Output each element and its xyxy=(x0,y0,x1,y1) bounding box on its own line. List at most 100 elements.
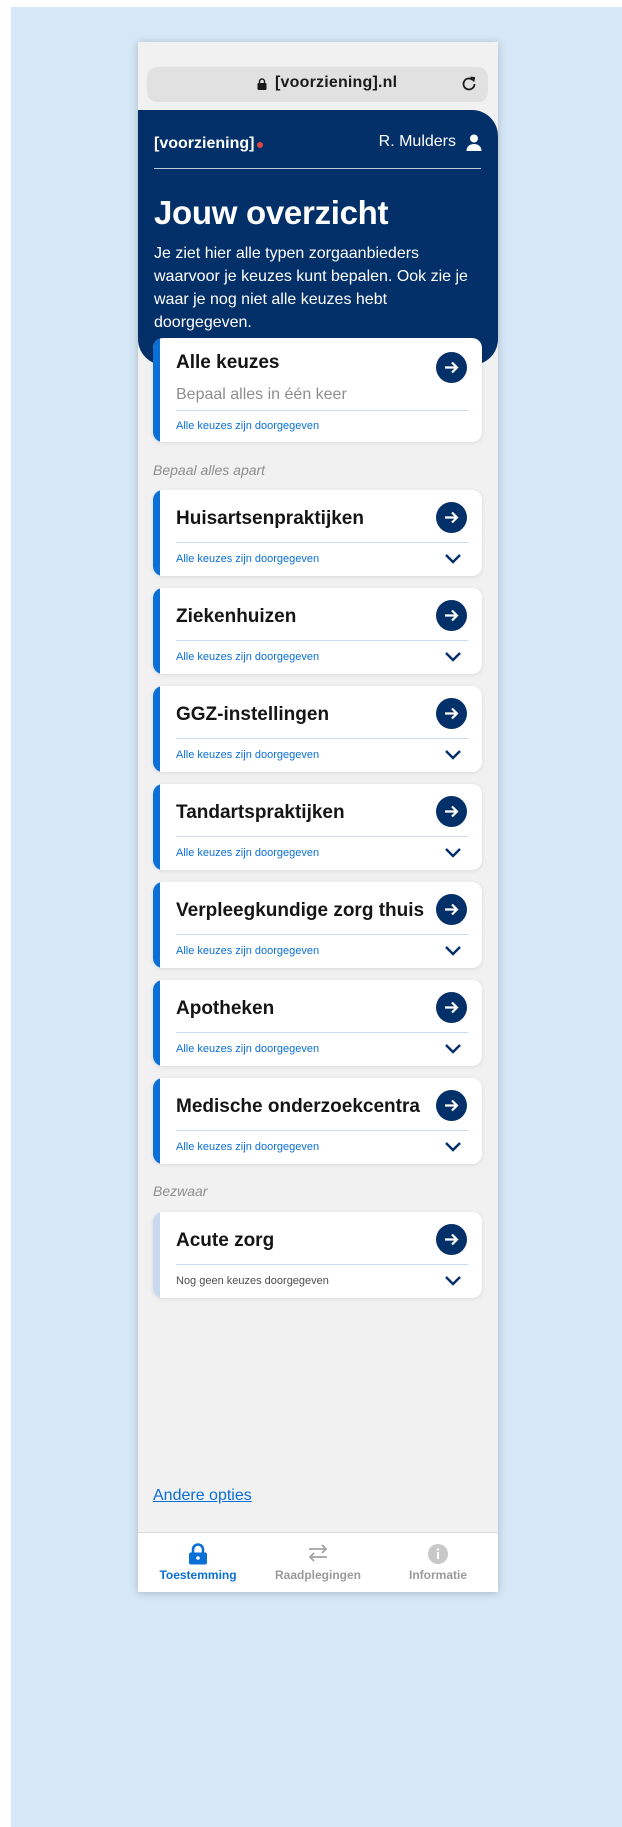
card-accent xyxy=(153,882,160,968)
nav-label: Raadplegingen xyxy=(274,1568,361,1582)
arrow-right-icon xyxy=(445,707,459,720)
arrow-right-icon xyxy=(445,1233,459,1246)
arrow-right-button[interactable] xyxy=(436,600,467,631)
arrow-right-button[interactable] xyxy=(436,894,467,925)
swap-arrows-icon xyxy=(308,1544,328,1562)
nav-item-toestemming[interactable]: Toestemming xyxy=(138,1533,258,1592)
brand-logo[interactable]: [voorziening] xyxy=(154,135,264,153)
provider-card-tandartspraktijken[interactable]: Tandartspraktijken Alle keuzes zijn door… xyxy=(153,784,482,870)
brand-dot xyxy=(257,142,264,148)
arrow-right-icon xyxy=(445,1001,459,1014)
card-title: Apotheken xyxy=(176,998,275,1019)
card-divider xyxy=(176,836,468,837)
header-divider xyxy=(154,168,481,169)
url-field[interactable]: [voorziening].nl xyxy=(147,67,488,102)
chevron-down-icon[interactable] xyxy=(444,1141,462,1152)
provider-card-ggz-instellingen[interactable]: GGZ-instellingen Alle keuzes zijn doorge… xyxy=(153,686,482,772)
card-title: Ziekenhuizen xyxy=(176,606,297,627)
arrow-right-icon xyxy=(445,903,459,916)
card-accent xyxy=(153,686,160,772)
card-divider xyxy=(176,738,468,739)
arrow-right-icon xyxy=(445,1099,459,1112)
card-title: Medische onderzoekcentra xyxy=(176,1096,420,1117)
arrow-right-icon xyxy=(445,361,459,374)
arrow-right-button[interactable] xyxy=(436,1224,467,1255)
card-divider xyxy=(176,934,468,935)
url-text: [voorziening].nl xyxy=(275,74,398,91)
card-status: Alle keuzes zijn doorgegeven xyxy=(176,553,320,565)
nav-label: Informatie xyxy=(408,1568,467,1582)
card-accent xyxy=(153,980,160,1066)
card-status: Alle keuzes zijn doorgegeven xyxy=(176,1043,320,1055)
card-title: Acute zorg xyxy=(176,1230,275,1251)
objection-card-acute-zorg[interactable]: Acute zorg Nog geen keuzes doorgegeven xyxy=(153,1212,482,1298)
card-status: Alle keuzes zijn doorgegeven xyxy=(176,1141,320,1153)
card-accent xyxy=(153,1212,160,1298)
card-title: Verpleegkundige zorg thuis xyxy=(176,900,425,921)
chevron-down-icon[interactable] xyxy=(444,1275,462,1286)
chevron-down-icon[interactable] xyxy=(444,945,462,956)
card-divider xyxy=(176,1032,468,1033)
arrow-right-button[interactable] xyxy=(436,992,467,1023)
card-status: Nog geen keuzes doorgegeven xyxy=(176,1275,329,1287)
phone-screen: [voorziening].nl [voorziening] R. Mulder… xyxy=(138,42,498,1592)
lock-icon xyxy=(189,1543,207,1565)
card-status: Alle keuzes zijn doorgegeven xyxy=(176,749,320,761)
card-divider xyxy=(176,410,468,411)
arrow-right-icon xyxy=(445,609,459,622)
arrow-right-button[interactable] xyxy=(436,502,467,533)
chevron-down-icon[interactable] xyxy=(444,651,462,662)
card-status: Alle keuzes zijn doorgegeven xyxy=(176,847,320,859)
card-accent xyxy=(153,784,160,870)
section-label-separate: Bepaal alles apart xyxy=(153,462,266,478)
brand-name: [voorziening] xyxy=(154,135,255,152)
card-accent xyxy=(153,588,160,674)
card-divider xyxy=(176,640,468,641)
card-title: Huisartsenpraktijken xyxy=(176,508,364,529)
provider-card-ziekenhuizen[interactable]: Ziekenhuizen Alle keuzes zijn doorgegeve… xyxy=(153,588,482,674)
provider-card-huisartsenpraktijken[interactable]: Huisartsenpraktijken Alle keuzes zijn do… xyxy=(153,490,482,576)
page-intro: Je ziet hier alle typen zorgaanbieders w… xyxy=(154,245,468,331)
card-divider xyxy=(176,542,468,543)
reload-icon[interactable] xyxy=(460,75,478,93)
arrow-right-button[interactable] xyxy=(436,352,467,383)
card-accent xyxy=(153,338,160,442)
card-status: Alle keuzes zijn doorgegeven xyxy=(176,945,320,957)
card-title: GGZ-instellingen xyxy=(176,704,330,725)
lock-icon xyxy=(257,78,267,90)
user-menu[interactable]: R. Mulders xyxy=(379,133,482,151)
arrow-right-button[interactable] xyxy=(436,796,467,827)
browser-bar: [voorziening].nl xyxy=(138,42,498,112)
all-choices-card[interactable]: Alle keuzes Bepaal alles in één keer All… xyxy=(153,338,482,442)
section-label-objection: Bezwaar xyxy=(153,1183,208,1199)
arrow-right-icon xyxy=(445,805,459,818)
chevron-down-icon[interactable] xyxy=(444,847,462,858)
arrow-right-button[interactable] xyxy=(436,698,467,729)
chevron-down-icon[interactable] xyxy=(444,1043,462,1054)
card-divider xyxy=(176,1130,468,1131)
provider-card-verpleegkundige-zorg-thuis[interactable]: Verpleegkundige zorg thuis Alle keuzes z… xyxy=(153,882,482,968)
info-icon xyxy=(428,1544,448,1564)
arrow-right-icon xyxy=(445,511,459,524)
chevron-down-icon[interactable] xyxy=(444,553,462,564)
card-title: Tandartspraktijken xyxy=(176,802,345,823)
provider-card-medische-onderzoekcentra[interactable]: Medische onderzoekcentra Alle keuzes zij… xyxy=(153,1078,482,1164)
user-icon xyxy=(466,134,482,151)
card-title: Alle keuzes xyxy=(176,352,280,373)
nav-item-informatie[interactable]: Informatie xyxy=(378,1533,498,1592)
bottom-navigation: Toestemming Raadplegingen Informatie xyxy=(138,1532,498,1592)
provider-card-apotheken[interactable]: Apotheken Alle keuzes zijn doorgegeven xyxy=(153,980,482,1066)
page-title: Jouw overzicht xyxy=(154,194,389,231)
card-status: Alle keuzes zijn doorgegeven xyxy=(176,651,320,663)
card-divider xyxy=(176,1264,468,1265)
card-status: Alle keuzes zijn doorgegeven xyxy=(176,420,320,432)
other-options-link[interactable]: Andere opties xyxy=(153,1487,252,1505)
arrow-right-button[interactable] xyxy=(436,1090,467,1121)
page-header: [voorziening] R. Mulders Jouw overzicht … xyxy=(138,110,498,365)
card-subtitle: Bepaal alles in één keer xyxy=(176,386,347,403)
nav-item-raadplegingen[interactable]: Raadplegingen xyxy=(258,1533,378,1592)
chevron-down-icon[interactable] xyxy=(444,749,462,760)
card-accent xyxy=(153,1078,160,1164)
card-accent xyxy=(153,490,160,576)
user-name: R. Mulders xyxy=(378,133,456,150)
